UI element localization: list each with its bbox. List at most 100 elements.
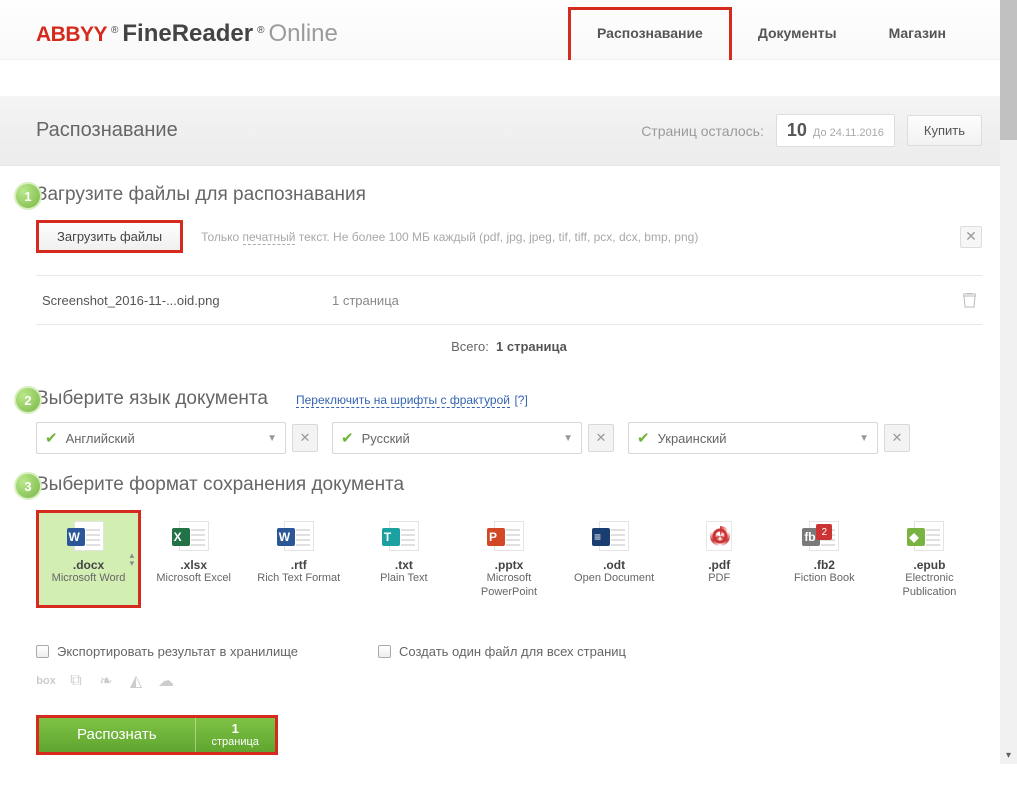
format-ext: .rtf	[250, 558, 347, 572]
logo-suffix: Online	[268, 20, 337, 48]
total-row: Всего: 1 страница	[36, 325, 982, 368]
format-ext: .docx	[40, 558, 137, 572]
step2-section: 2 Выберите язык документа Переключить на…	[36, 388, 982, 454]
format-epub[interactable]: ◆.epubElectronic Publication	[877, 510, 982, 608]
step1-section: 1 Загрузите файлы для распознавания Загр…	[36, 184, 982, 368]
scrollbar-thumb[interactable]	[1000, 0, 1017, 140]
gdrive-icon[interactable]: ◭	[126, 671, 146, 691]
pages-count: 10	[787, 120, 807, 141]
file-pages: 1 страница	[332, 293, 962, 308]
buy-button[interactable]: Купить	[907, 115, 982, 146]
check-icon: ✔	[637, 429, 650, 447]
logo[interactable]: ABBYY ® FineReader ® Online	[36, 20, 338, 48]
chevron-down-icon: ▼	[563, 433, 573, 444]
single-file-checkbox[interactable]	[378, 645, 391, 658]
step2-title: Выберите язык документа	[36, 388, 268, 410]
format-fb2[interactable]: fb2 .fb2Fiction Book	[772, 510, 877, 608]
format-ext: .pptx	[460, 558, 557, 572]
dropbox-icon[interactable]: ⧉	[66, 671, 86, 691]
step1-title: Загрузите файлы для распознавания	[36, 184, 982, 206]
pages-left-label: Страниц осталось:	[641, 123, 764, 139]
chevron-down-icon: ▼	[859, 433, 869, 444]
file-name: Screenshot_2016-11-...oid.png	[42, 293, 332, 308]
pages-box: 10 До 24.11.2016	[776, 114, 895, 147]
logo-product: FineReader	[122, 20, 253, 48]
pages-date: До 24.11.2016	[813, 127, 884, 139]
page-title: Распознавание	[36, 119, 178, 142]
formats-row: W▴▾.docxMicrosoft WordX.xlsxMicrosoft Ex…	[36, 510, 982, 608]
lang-select-3[interactable]: ✔ Украинский ▼	[628, 422, 878, 454]
recognize-button[interactable]: Распознать 1 страница	[36, 715, 278, 755]
format-icon-fb2: fb2	[776, 520, 873, 552]
format-pdf[interactable]: .pdfPDF	[667, 510, 772, 608]
format-desc: PDF	[671, 572, 768, 586]
onedrive-icon[interactable]: ☁	[156, 671, 176, 691]
format-desc: Microsoft Excel	[145, 572, 242, 586]
logo-reg: ®	[111, 25, 118, 36]
check-icon: ✔	[45, 429, 58, 447]
evernote-icon[interactable]: ❧	[96, 671, 116, 691]
format-ext: .txt	[355, 558, 452, 572]
nav-documents[interactable]: Документы	[732, 7, 863, 60]
format-icon-odt: ≡	[566, 520, 663, 552]
sort-arrows-icon: ▴▾	[130, 551, 135, 567]
step3-section: 3 Выберите формат сохранения документа W…	[36, 474, 982, 755]
lang-select-1[interactable]: ✔ Английский ▼	[36, 422, 286, 454]
export-storage-checkbox[interactable]	[36, 645, 49, 658]
lang-remove-2[interactable]: ✕	[588, 424, 614, 452]
recognize-label: Распознать	[39, 718, 195, 752]
format-icon-pdf	[671, 520, 768, 552]
scrollbar-down-icon[interactable]: ▾	[1000, 747, 1017, 764]
lang-select-2[interactable]: ✔ Русский ▼	[332, 422, 582, 454]
upload-button[interactable]: Загрузить файлы	[36, 220, 183, 253]
nav-recognize[interactable]: Распознавание	[568, 7, 732, 60]
format-desc: Plain Text	[355, 572, 452, 586]
step2-badge: 2	[14, 386, 42, 414]
format-pptx[interactable]: P .pptxMicrosoft PowerPoint	[456, 510, 561, 608]
logo-brand: ABBYY	[36, 23, 107, 47]
lang-remove-1[interactable]: ✕	[292, 424, 318, 452]
format-desc: Electronic Publication	[881, 572, 978, 600]
format-icon-docx: W▴▾	[40, 520, 137, 552]
scrollbar[interactable]: ▾	[1000, 0, 1017, 764]
logo-reg2: ®	[257, 25, 264, 36]
box-icon[interactable]: box	[36, 671, 56, 691]
format-ext: .epub	[881, 558, 978, 572]
format-docx[interactable]: W▴▾ .docxMicrosoft Word	[36, 510, 141, 608]
format-desc: Microsoft PowerPoint	[460, 572, 557, 600]
file-row: Screenshot_2016-11-...oid.png 1 страница	[36, 275, 982, 325]
check-icon: ✔	[341, 429, 354, 447]
format-odt[interactable]: ≡ .odtOpen Document	[562, 510, 667, 608]
title-bar: Распознавание Страниц осталось: 10 До 24…	[0, 96, 1000, 166]
format-icon-pptx: P	[460, 520, 557, 552]
step1-badge: 1	[14, 182, 42, 210]
nav-shop[interactable]: Магазин	[863, 7, 972, 60]
step3-title: Выберите формат сохранения документа	[36, 474, 982, 496]
step3-badge: 3	[14, 472, 42, 500]
format-desc: Microsoft Word	[40, 572, 137, 586]
trash-icon[interactable]	[962, 292, 976, 308]
storage-icons: box ⧉ ❧ ◭ ☁	[36, 671, 982, 691]
pages-left: Страниц осталось: 10 До 24.11.2016 Купит…	[641, 114, 982, 147]
export-storage-option[interactable]: Экспортировать результат в хранилище	[36, 644, 298, 659]
fraktur-link[interactable]: Переключить на шрифты с фрактурой	[296, 393, 510, 408]
chevron-down-icon: ▼	[267, 433, 277, 444]
format-desc: Rich Text Format	[250, 572, 347, 586]
format-rtf[interactable]: W .rtfRich Text Format	[246, 510, 351, 608]
format-icon-rtf: W	[250, 520, 347, 552]
lang-remove-3[interactable]: ✕	[884, 424, 910, 452]
format-desc: Open Document	[566, 572, 663, 586]
single-file-option[interactable]: Создать один файл для всех страниц	[378, 644, 626, 659]
fraktur-help[interactable]: [?]	[514, 393, 527, 407]
format-desc: Fiction Book	[776, 572, 873, 586]
format-txt[interactable]: T.txtPlain Text	[351, 510, 456, 608]
format-ext: .pdf	[671, 558, 768, 572]
format-icon-xlsx: X	[145, 520, 242, 552]
clear-all-button[interactable]: ✕	[960, 226, 982, 248]
format-ext: .xlsx	[145, 558, 242, 572]
format-ext: .fb2	[776, 558, 873, 572]
format-xlsx[interactable]: X .xlsxMicrosoft Excel	[141, 510, 246, 608]
header: ABBYY ® FineReader ® Online Распознавани…	[0, 0, 1000, 60]
format-ext: .odt	[566, 558, 663, 572]
upload-hint: Только печатный текст. Не более 100 МБ к…	[201, 230, 698, 244]
